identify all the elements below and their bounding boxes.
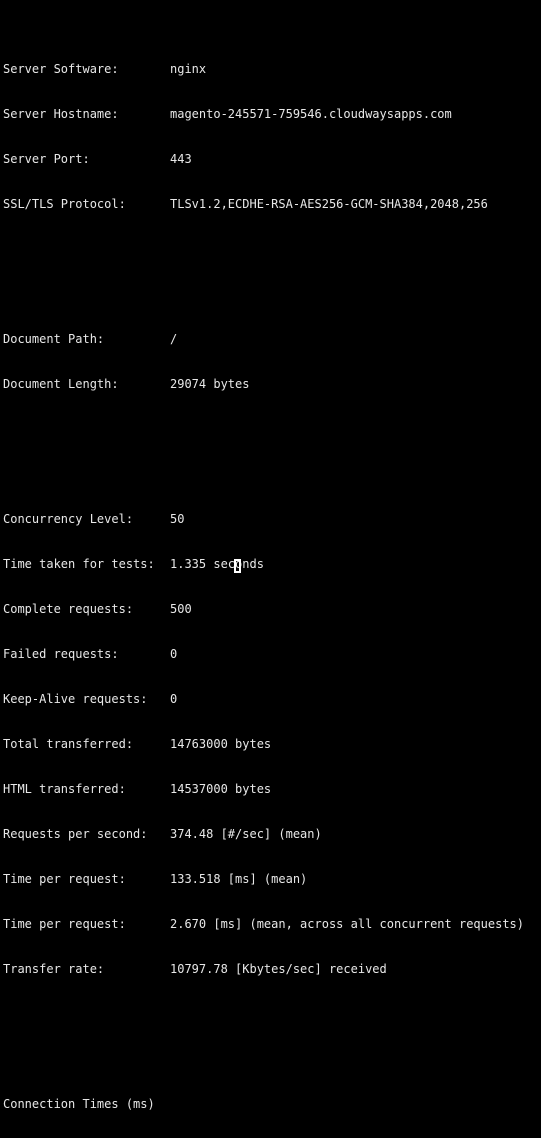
- document-path-row: Document Path: /: [3, 332, 541, 347]
- document-length-value: 29074 bytes: [170, 377, 250, 391]
- complete-requests-label: Complete requests:: [3, 602, 134, 616]
- keep-alive-requests-value: 0: [170, 692, 178, 706]
- server-software-value: nginx: [170, 62, 207, 76]
- server-port-value: 443: [170, 152, 192, 166]
- keep-alive-requests-label: Keep-Alive requests:: [3, 692, 148, 706]
- ssl-tls-protocol-label: SSL/TLS Protocol:: [3, 197, 126, 211]
- time-per-request-mean-value: 133.518 [ms] (mean): [170, 872, 308, 886]
- total-transferred-row: Total transferred: 14763000 bytes: [3, 737, 541, 752]
- concurrency-level-value: 50: [170, 512, 185, 526]
- requests-per-second-value: 374.48 [#/sec] (mean): [170, 827, 322, 841]
- transfer-rate-label: Transfer rate:: [3, 962, 105, 976]
- time-taken-label: Time taken for tests:: [3, 557, 155, 571]
- time-per-request-concurrent-label: Time per request:: [3, 917, 126, 931]
- server-software-label: Server Software:: [3, 62, 119, 76]
- complete-requests-row: Complete requests: 500: [3, 602, 541, 617]
- total-transferred-label: Total transferred:: [3, 737, 134, 751]
- time-per-request-concurrent-value: 2.670 [ms] (mean, across all concurrent …: [170, 917, 525, 931]
- transfer-rate-value: 10797.78 [Kbytes/sec] received: [170, 962, 387, 976]
- time-per-request-concurrent-row: Time per request: 2.670 [ms] (mean, acros…: [3, 917, 541, 932]
- time-per-request-mean-label: Time per request:: [3, 872, 126, 886]
- ssl-tls-protocol-row: SSL/TLS Protocol: TLSv1.2,ECDHE-RSA-AES25…: [3, 197, 541, 212]
- server-hostname-label: Server Hostname:: [3, 107, 119, 121]
- transfer-rate-row: Transfer rate: 10797.78 [Kbytes/sec] rece…: [3, 962, 541, 977]
- server-port-label: Server Port:: [3, 152, 90, 166]
- requests-per-second-label: Requests per second:: [3, 827, 148, 841]
- html-transferred-label: HTML transferred:: [3, 782, 126, 796]
- total-transferred-value: 14763000 bytes: [170, 737, 272, 751]
- failed-requests-value: 0: [170, 647, 178, 661]
- server-hostname-row: Server Hostname: magento-245571-759546.cl…: [3, 107, 541, 122]
- concurrency-level-label: Concurrency Level:: [3, 512, 134, 526]
- ssl-tls-protocol-value: TLSv1.2,ECDHE-RSA-AES256-GCM-SHA384,2048…: [170, 197, 488, 211]
- terminal-output[interactable]: Server Software: nginx Server Hostname: ma…: [0, 0, 541, 1111]
- document-length-label: Document Length:: [3, 377, 119, 391]
- document-path-label: Document Path:: [3, 332, 105, 346]
- document-length-row: Document Length: 29074 bytes: [3, 377, 541, 392]
- time-taken-row: Time taken for tests: 1.335 seconds: [3, 557, 541, 572]
- html-transferred-row: HTML transferred: 14537000 bytes: [3, 782, 541, 797]
- server-software-row: Server Software: nginx: [3, 62, 541, 77]
- document-path-value: /: [170, 332, 178, 346]
- html-transferred-value: 14537000 bytes: [170, 782, 272, 796]
- requests-per-second-row: Requests per second: 374.48 [#/sec] (mean…: [3, 827, 541, 842]
- text-cursor: [234, 559, 241, 573]
- failed-requests-label: Failed requests:: [3, 647, 119, 661]
- keep-alive-requests-row: Keep-Alive requests: 0: [3, 692, 541, 707]
- server-port-row: Server Port: 443: [3, 152, 541, 167]
- complete-requests-value: 500: [170, 602, 192, 616]
- concurrency-level-row: Concurrency Level: 50: [3, 512, 541, 527]
- connection-times-title: Connection Times (ms): [3, 1097, 155, 1111]
- server-hostname-value: magento-245571-759546.cloudwaysapps.com: [170, 107, 452, 121]
- time-per-request-mean-row: Time per request: 133.518 [ms] (mean): [3, 872, 541, 887]
- failed-requests-row: Failed requests: 0: [3, 647, 541, 662]
